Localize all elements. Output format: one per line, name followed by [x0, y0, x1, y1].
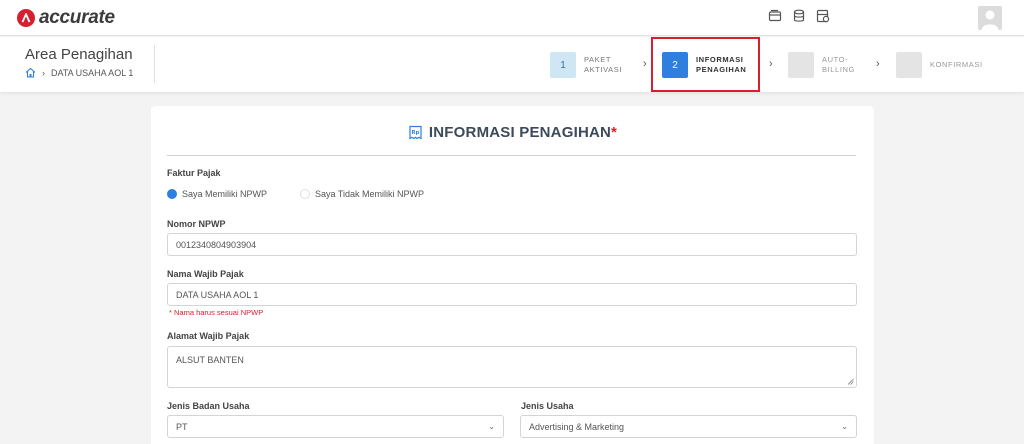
alamat-label: Alamat Wajib Pajak [167, 331, 250, 341]
accurate-logo-icon [17, 9, 35, 27]
resize-handle-icon[interactable] [847, 378, 854, 385]
jenis-badan-usaha-label: Jenis Badan Usaha [167, 401, 250, 411]
jenis-badan-usaha-value: PT [176, 421, 188, 432]
user-avatar[interactable] [978, 6, 1002, 30]
step-label: KONFIRMASI [930, 60, 990, 70]
alamat-value: ALSUT BANTEN [176, 355, 244, 365]
app-logo[interactable]: accurate [17, 7, 115, 29]
radio-memiliki-npwp[interactable]: Saya Memiliki NPWP [167, 189, 267, 199]
nama-wajib-pajak-value: DATA USAHA AOL 1 [176, 289, 259, 300]
server-settings-icon[interactable] [816, 9, 830, 23]
wallet-icon[interactable] [768, 9, 782, 23]
header-divider [154, 45, 155, 83]
npwp-value: 001234080490390­4 [176, 239, 257, 250]
jenis-badan-usaha-select[interactable]: PT ⌄ [167, 415, 504, 438]
radio-label: Saya Memiliki NPWP [182, 189, 268, 199]
radio-unchecked-icon [300, 189, 310, 199]
npwp-label: Nomor NPWP [167, 219, 226, 229]
breadcrumb-current[interactable]: DATA USAHA AOL 1 [51, 68, 133, 78]
step-label-line1: AUTO- [822, 55, 849, 64]
npwp-input[interactable]: 001234080490390­4 [167, 233, 857, 256]
radio-tidak-memiliki-npwp[interactable]: Saya Tidak Memiliki NPWP [300, 189, 424, 199]
title-divider [167, 155, 856, 156]
step-number: 1 [550, 52, 576, 78]
chevron-right-icon: › [42, 67, 45, 78]
page-header: Area Penagihan › DATA USAHA AOL 1 1 PAKE… [0, 37, 1024, 92]
step-number: 4 [896, 52, 922, 78]
receipt-icon: Rp [409, 125, 422, 140]
step-label: PAKET AKTIVASI [584, 55, 644, 75]
form-title: Rp INFORMASI PENAGIHAN * [151, 124, 874, 141]
top-icons [768, 9, 830, 23]
database-icon[interactable] [792, 9, 806, 23]
top-bar: accurate [0, 0, 1024, 36]
step-label-line1: KONFIRMASI [930, 60, 983, 69]
active-step-highlight [651, 37, 760, 92]
step-label-line1: PAKET [584, 55, 612, 64]
svg-text:Rp: Rp [412, 130, 420, 136]
step-label-line2: BILLING [822, 65, 855, 74]
chevron-right-icon: › [876, 58, 880, 70]
nama-hint: * Nama harus sesuai NPWP [169, 308, 264, 317]
nama-wajib-pajak-label: Nama Wajib Pajak [167, 269, 244, 279]
chevron-right-icon: › [769, 58, 773, 70]
logo-text: accurate [39, 7, 115, 28]
form-title-text: INFORMASI PENAGIHAN [428, 124, 612, 141]
step-label: AUTO- BILLING [822, 55, 882, 75]
chevron-down-icon: ⌄ [841, 422, 848, 431]
radio-label: Saya Tidak Memiliki NPWP [315, 189, 425, 199]
step-number: 3 [788, 52, 814, 78]
chevron-right-icon: › [643, 58, 647, 70]
jenis-usaha-select[interactable]: Advertising & Marketing ⌄ [520, 415, 857, 438]
radio-checked-icon [167, 189, 177, 199]
home-icon[interactable] [25, 67, 36, 78]
chevron-down-icon: ⌄ [488, 422, 495, 431]
faktur-pajak-label: Faktur Pajak [167, 168, 221, 178]
step-paket-aktivasi[interactable]: 1 PAKET AKTIVASI [550, 52, 644, 78]
billing-form-card: Rp INFORMASI PENAGIHAN * Faktur Pajak Say… [151, 106, 874, 444]
jenis-usaha-label: Jenis Usaha [521, 401, 574, 411]
user-icon [981, 10, 999, 30]
nama-wajib-pajak-input[interactable]: DATA USAHA AOL 1 [167, 283, 857, 306]
breadcrumb: › DATA USAHA AOL 1 [25, 67, 133, 78]
required-mark: * [611, 124, 618, 141]
step-konfirmasi[interactable]: 4 KONFIRMASI [896, 52, 990, 78]
step-auto-billing[interactable]: 3 AUTO- BILLING [788, 52, 882, 78]
page-title: Area Penagihan [25, 46, 133, 63]
alamat-textarea[interactable]: ALSUT BANTEN [167, 346, 857, 388]
step-label-line2: AKTIVASI [584, 65, 623, 74]
jenis-usaha-value: Advertising & Marketing [529, 421, 625, 432]
